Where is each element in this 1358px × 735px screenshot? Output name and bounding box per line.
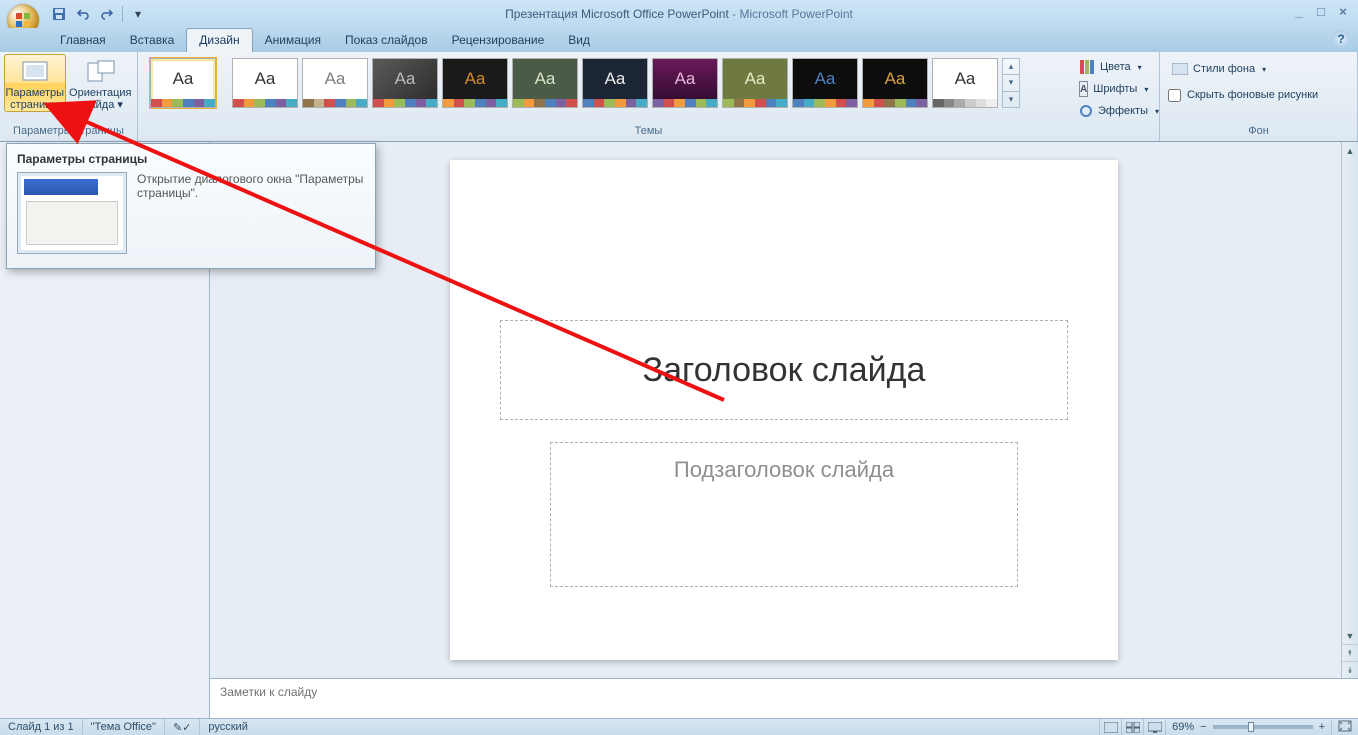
qat-customize-icon[interactable]: ▾ (129, 5, 147, 23)
page-setup-icon (19, 59, 51, 85)
view-buttons (1099, 719, 1165, 735)
hide-bg-checkbox[interactable]: Скрыть фоновые рисунки (1168, 84, 1349, 106)
zoom-controls: 69% − + (1165, 720, 1358, 735)
tab-home[interactable]: Главная (48, 29, 118, 52)
qat-separator (122, 6, 123, 22)
title-placeholder-text: Заголовок слайда (643, 351, 926, 390)
theme-item[interactable]: Aa (232, 58, 298, 108)
group-themes: Aa Aa Aa Aa Aa Aa Aa Aa Aa Aa Aa Aa ▴▾▾ … (138, 52, 1160, 141)
canvas-area[interactable]: Заголовок слайда Подзаголовок слайда (210, 142, 1358, 678)
app-title: Microsoft PowerPoint (739, 7, 852, 21)
orientation-icon (84, 59, 116, 85)
notes-placeholder: Заметки к слайду (220, 685, 317, 699)
restore-button[interactable]: □ (1312, 4, 1330, 18)
ribbon-tabs: Главная Вставка Дизайн Анимация Показ сл… (0, 28, 1358, 52)
tab-review[interactable]: Рецензирование (440, 29, 557, 52)
theme-item[interactable]: Aa (150, 58, 216, 108)
title-placeholder[interactable]: Заголовок слайда (500, 320, 1068, 420)
doc-title: Презентация Microsoft Office PowerPoint (505, 7, 729, 21)
theme-gallery-more[interactable]: ▴▾▾ (1002, 58, 1020, 108)
theme-gallery[interactable]: Aa Aa Aa Aa Aa Aa Aa Aa Aa Aa Aa Aa ▴▾▾ (142, 54, 1069, 108)
theme-item[interactable]: Aa (792, 58, 858, 108)
prev-slide-icon[interactable]: ⯭ (1342, 644, 1358, 661)
save-icon[interactable] (50, 5, 68, 23)
effects-button[interactable]: Эффекты▾ (1075, 100, 1151, 122)
theme-item[interactable]: Aa (302, 58, 368, 108)
tab-insert[interactable]: Вставка (118, 29, 187, 52)
status-bar: Слайд 1 из 1 "Тема Office" ✎✓ русский 69… (0, 718, 1358, 735)
screentip: Параметры страницы Открытие диалогового … (6, 143, 376, 269)
help-button[interactable]: ? (1332, 30, 1350, 48)
theme-item[interactable]: Aa (862, 58, 928, 108)
sorter-view-button[interactable] (1121, 719, 1143, 735)
zoom-out-button[interactable]: − (1200, 721, 1206, 733)
status-spellcheck[interactable]: ✎✓ (165, 719, 200, 735)
orientation-button[interactable]: Ориентация слайда ▾ (68, 54, 133, 112)
window-controls: _ □ × (1290, 4, 1352, 18)
bg-styles-button[interactable]: Стили фона▾ (1168, 58, 1349, 80)
theme-item[interactable]: Aa (652, 58, 718, 108)
undo-icon[interactable] (74, 5, 92, 23)
effects-icon (1079, 103, 1093, 119)
colors-button[interactable]: Цвета▾ (1075, 56, 1151, 78)
screentip-thumbnail (17, 172, 127, 254)
slideshow-view-button[interactable] (1143, 719, 1165, 735)
tab-view[interactable]: Вид (556, 29, 602, 52)
close-button[interactable]: × (1334, 4, 1352, 18)
tab-slideshow[interactable]: Показ слайдов (333, 29, 440, 52)
zoom-value[interactable]: 69% (1172, 721, 1194, 733)
theme-item[interactable]: Aa (372, 58, 438, 108)
status-theme: "Тема Office" (83, 719, 165, 735)
group-background: Стили фона▾ Скрыть фоновые рисунки Фон (1160, 52, 1358, 141)
vertical-scrollbar[interactable]: ▲ ▼ ⯭ ⯯ (1341, 142, 1358, 678)
zoom-slider[interactable] (1213, 725, 1313, 729)
next-slide-icon[interactable]: ⯯ (1342, 661, 1358, 678)
office-button[interactable] (4, 0, 42, 28)
screentip-body: Открытие диалогового окна "Параметры стр… (137, 172, 365, 254)
title-bar: ▾ Презентация Microsoft Office PowerPoin… (0, 0, 1358, 28)
colors-icon (1079, 59, 1095, 75)
theme-variants: Цвета▾ AШрифты▾ Эффекты▾ (1071, 54, 1155, 124)
zoom-thumb[interactable] (1248, 722, 1254, 732)
theme-item[interactable]: Aa (512, 58, 578, 108)
ribbon: Параметры страницы Ориентация слайда ▾ П… (0, 52, 1358, 142)
spellcheck-icon: ✎✓ (173, 721, 191, 734)
theme-item[interactable]: Aa (722, 58, 788, 108)
scroll-up-icon[interactable]: ▲ (1342, 142, 1358, 159)
editor-area: Заголовок слайда Подзаголовок слайда Зам… (210, 142, 1358, 718)
fonts-icon: A (1079, 81, 1088, 97)
slide-canvas[interactable]: Заголовок слайда Подзаголовок слайда (450, 160, 1118, 660)
theme-item[interactable]: Aa (582, 58, 648, 108)
theme-item[interactable]: Aa (442, 58, 508, 108)
normal-view-button[interactable] (1099, 719, 1121, 735)
subtitle-placeholder-text: Подзаголовок слайда (674, 457, 894, 482)
fonts-button[interactable]: AШрифты▾ (1075, 78, 1151, 100)
orientation-label: Ориентация слайда ▾ (69, 87, 132, 111)
fit-to-window-button[interactable] (1331, 720, 1352, 735)
zoom-in-button[interactable]: + (1319, 721, 1325, 733)
status-slide-number: Слайд 1 из 1 (0, 719, 83, 735)
subtitle-placeholder[interactable]: Подзаголовок слайда (550, 442, 1018, 587)
theme-item[interactable]: Aa (932, 58, 998, 108)
page-setup-label: Параметры страницы (5, 87, 65, 111)
tab-animation[interactable]: Анимация (253, 29, 333, 52)
redo-icon[interactable] (98, 5, 116, 23)
notes-pane[interactable]: Заметки к слайду (210, 678, 1358, 718)
group-page-setup-label: Параметры страницы (4, 125, 133, 141)
window-title: Презентация Microsoft Office PowerPoint … (0, 7, 1358, 21)
tab-design[interactable]: Дизайн (186, 28, 252, 52)
minimize-button[interactable]: _ (1290, 4, 1308, 18)
bg-styles-icon (1172, 61, 1188, 77)
hide-bg-input[interactable] (1168, 89, 1181, 102)
group-themes-label: Темы (142, 125, 1155, 141)
page-setup-button[interactable]: Параметры страницы (4, 54, 66, 112)
quick-access-toolbar: ▾ (50, 0, 147, 28)
group-background-label: Фон (1164, 125, 1353, 141)
group-page-setup: Параметры страницы Ориентация слайда ▾ П… (0, 52, 138, 141)
scroll-down-icon[interactable]: ▼ (1342, 627, 1358, 644)
screentip-title: Параметры страницы (7, 144, 375, 168)
status-language[interactable]: русский (200, 719, 255, 735)
